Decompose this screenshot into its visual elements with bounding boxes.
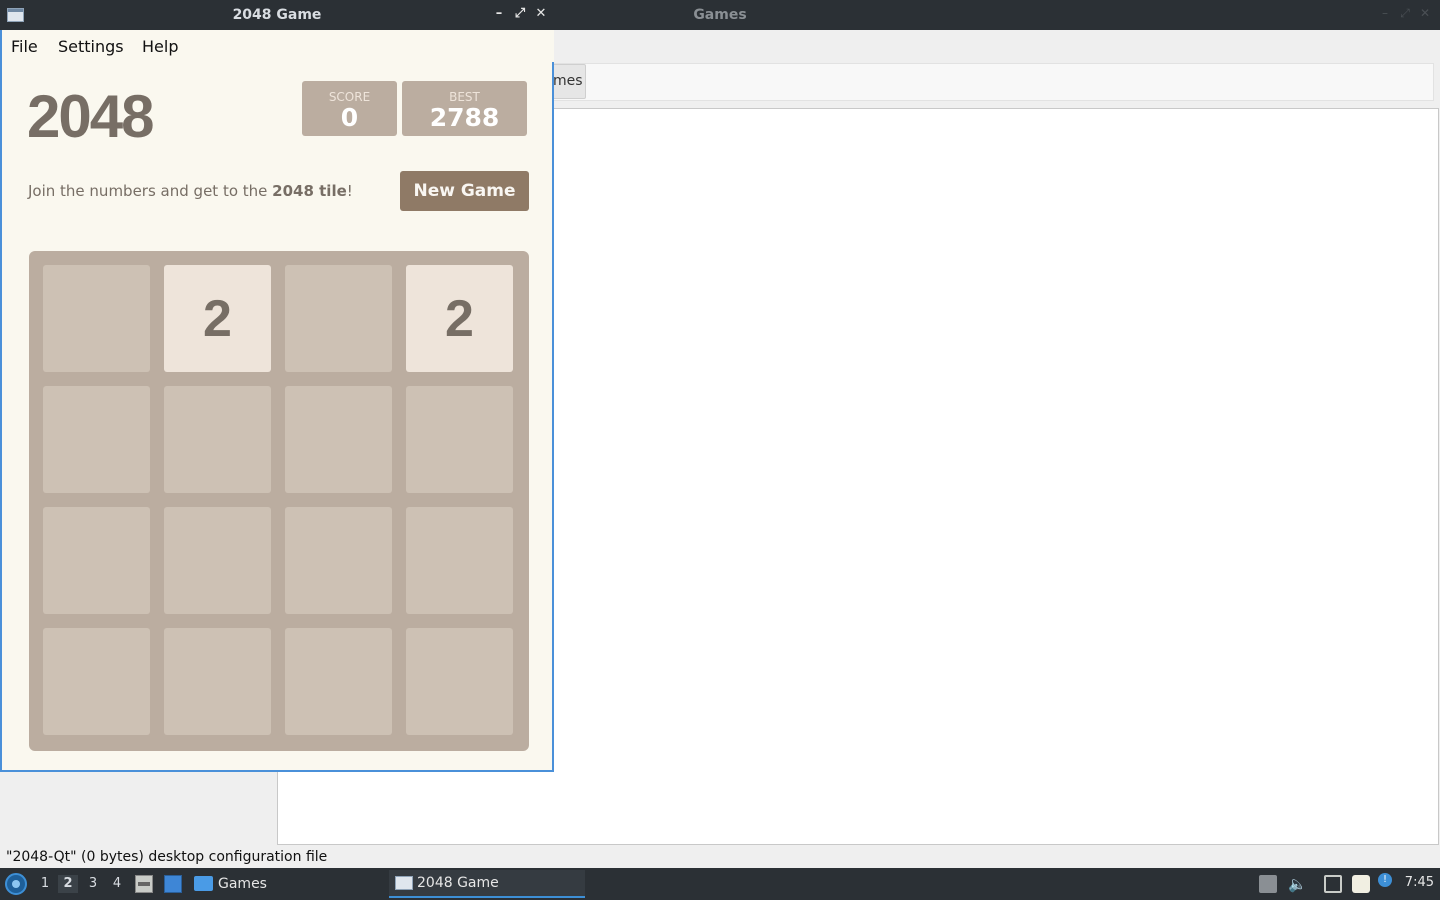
games-window-controls: – ⤢ ✕ (1378, 6, 1432, 20)
taskbar-item-label: 2048 Game (417, 875, 499, 891)
workspace-4[interactable]: 4 (107, 875, 127, 893)
empty-cell (43, 507, 150, 614)
volume-icon[interactable]: 🔈 (1288, 875, 1307, 893)
empty-cell (406, 386, 513, 493)
start-menu-icon[interactable] (5, 873, 27, 895)
empty-cell (406, 507, 513, 614)
empty-cell (285, 507, 392, 614)
file-manager-icon[interactable] (135, 875, 153, 893)
folder-icon (194, 876, 213, 891)
tray-update-icon[interactable] (1259, 875, 1277, 893)
empty-cell (285, 386, 392, 493)
tile-2: 2 (164, 265, 271, 372)
games-toolbar (552, 63, 1434, 101)
empty-cell (43, 628, 150, 735)
empty-cell (164, 507, 271, 614)
best-score-box: BEST 2788 (402, 81, 527, 136)
network-icon[interactable] (1324, 875, 1342, 893)
score-value: 0 (340, 103, 359, 132)
intro-goal: 2048 tile (272, 182, 347, 200)
window-icon (395, 876, 413, 890)
game-window-title: 2048 Game (232, 7, 322, 23)
notification-icon[interactable]: ! (1378, 873, 1392, 887)
intro-prefix: Join the numbers and get to the (28, 182, 273, 200)
game-intro-text: Join the numbers and get to the 2048 til… (28, 182, 353, 200)
tile-2: 2 (406, 265, 513, 372)
taskbar-item-2048[interactable]: 2048 Game (389, 870, 585, 898)
game-titlebar[interactable]: 2048 Game – ⤢ ✕ (0, 0, 554, 30)
taskbar: 1 2 3 4 Games 2048 Game 🔈 ! 7:45 (0, 868, 1440, 900)
game-window-controls: – ⤢ ✕ (492, 6, 548, 22)
workspace-1[interactable]: 1 (35, 875, 55, 893)
empty-cell (164, 628, 271, 735)
score-label: SCORE (328, 90, 371, 104)
maximize-icon[interactable]: ⤢ (513, 6, 527, 22)
new-game-button[interactable]: New Game (400, 171, 529, 211)
taskbar-item-label: Games (218, 876, 267, 892)
empty-cell (43, 386, 150, 493)
status-bar-text: "2048-Qt" (0 bytes) desktop configuratio… (6, 849, 328, 865)
workspace-2[interactable]: 2 (58, 875, 78, 893)
game-board[interactable]: 22 (29, 251, 529, 751)
workspace-3[interactable]: 3 (83, 875, 103, 893)
maximize-icon[interactable]: ⤢ (1398, 6, 1412, 20)
menu-file[interactable]: File (11, 37, 38, 56)
empty-cell (406, 628, 513, 735)
empty-cell (285, 628, 392, 735)
taskbar-item-games[interactable]: Games (194, 873, 267, 895)
close-icon[interactable]: ✕ (1418, 6, 1432, 20)
game-logo: 2048 (27, 83, 154, 150)
score-box: SCORE 0 (302, 81, 397, 136)
best-label: BEST (449, 90, 480, 104)
minimize-icon[interactable]: – (492, 6, 506, 22)
close-icon[interactable]: ✕ (534, 6, 548, 22)
empty-cell (43, 265, 150, 372)
intro-suffix: ! (346, 182, 353, 200)
minimize-icon[interactable]: – (1378, 6, 1392, 20)
menu-help[interactable]: Help (142, 37, 178, 56)
menu-settings[interactable]: Settings (58, 37, 124, 56)
empty-cell (164, 386, 271, 493)
show-desktop-icon[interactable] (164, 875, 182, 893)
game-2048-window: 2048 Game – ⤢ ✕ File Settings Help 2048 … (0, 0, 554, 772)
clipboard-icon[interactable] (1352, 875, 1370, 893)
menu-bar: File Settings Help (2, 30, 554, 62)
clock[interactable]: 7:45 (1405, 875, 1434, 890)
empty-cell (285, 265, 392, 372)
best-value: 2788 (429, 103, 500, 132)
